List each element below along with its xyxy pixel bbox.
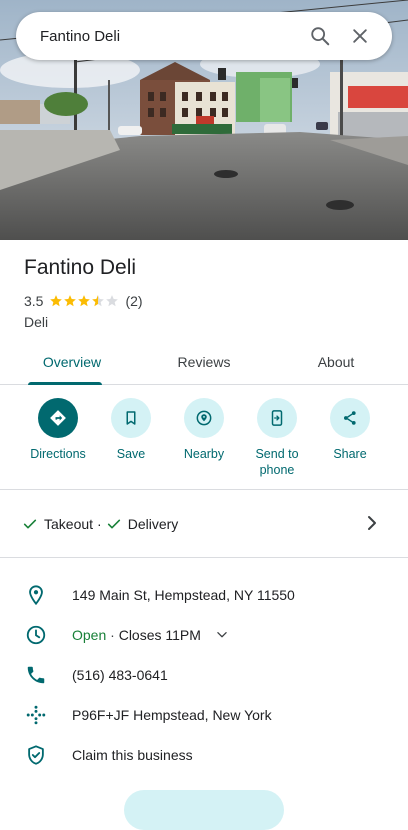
send-to-phone-icon [271,410,283,426]
open-status: Open [72,627,107,643]
phone-icon [27,666,44,684]
bookmark-icon [126,411,136,425]
hours-separator: · [110,627,115,643]
divider [0,557,408,558]
share-button[interactable]: Share [310,398,390,462]
check-icon [23,519,37,529]
reviews-count[interactable]: (2) [125,293,142,309]
claim-business-text: Claim this business [72,747,193,763]
search-box[interactable]: Fantino Deli [16,12,392,60]
tab-reviews[interactable]: Reviews [156,340,252,384]
plus-code-row[interactable]: P96F+JF Hempstead, New York [0,695,408,735]
save-label: Save [116,447,146,461]
location-pin-icon [28,585,43,606]
star-icon [78,295,91,307]
closing-time: Closes 11PM [118,627,201,643]
phone-row[interactable]: (516) 483-0641 [0,655,408,695]
service-options[interactable]: Takeout · Delivery [22,516,178,532]
tab-indicator [28,382,102,385]
directions-label: Directions [30,447,86,461]
check-icon [107,519,120,529]
star-icon [50,295,63,307]
tab-overview[interactable]: Overview [24,340,120,384]
nearby-label: Nearby [183,447,225,461]
place-title: Fantino Deli [24,256,137,279]
search-input[interactable]: Fantino Deli [40,28,300,45]
place-category[interactable]: Deli [24,314,48,330]
star-icon [64,295,77,307]
plus-code-icon [26,705,45,725]
nearby-icon [196,410,212,426]
address-row[interactable]: 149 Main St, Hempstead, NY 11550 [0,575,408,615]
share-icon [344,411,356,425]
rating-row[interactable]: 3.5 (2) [24,293,143,309]
search-icon [311,27,330,46]
send-to-phone-label: Send to phone [255,447,299,477]
close-icon [353,29,367,43]
share-label: Share [333,447,367,461]
shield-check-icon [27,745,44,765]
divider [0,489,408,490]
star-half-icon [92,295,105,307]
close-button[interactable] [340,16,380,56]
send-to-phone-button[interactable]: Send to phone [237,398,317,478]
takeout-label: Takeout [44,516,94,532]
chevron-right-icon[interactable] [364,514,380,532]
tab-about[interactable]: About [288,340,384,384]
star-rating [49,294,119,308]
star-empty-icon [106,295,119,307]
search-button[interactable] [300,16,340,56]
address-text: 149 Main St, Hempstead, NY 11550 [72,587,295,603]
rating-value: 3.5 [24,293,44,309]
plus-code-text: P96F+JF Hempstead, New York [72,707,272,723]
delivery-label: Delivery [127,516,179,532]
directions-button[interactable]: Directions [18,398,98,462]
save-button[interactable]: Save [91,398,171,462]
phone-number: (516) 483-0641 [72,667,168,683]
claim-business-row[interactable]: Claim this business [0,735,408,775]
nearby-button[interactable]: Nearby [164,398,244,462]
tab-bar: Overview Reviews About [0,340,408,385]
action-buttons: Directions Save Nearby Send to phone Sha… [0,398,408,488]
directions-icon [50,410,66,426]
clock-icon [26,625,45,645]
hours-row[interactable]: Open · Closes 11PM [0,615,408,655]
bottom-action-button[interactable] [124,790,284,830]
service-separator: · [97,516,102,532]
chevron-down-icon[interactable] [215,628,229,642]
